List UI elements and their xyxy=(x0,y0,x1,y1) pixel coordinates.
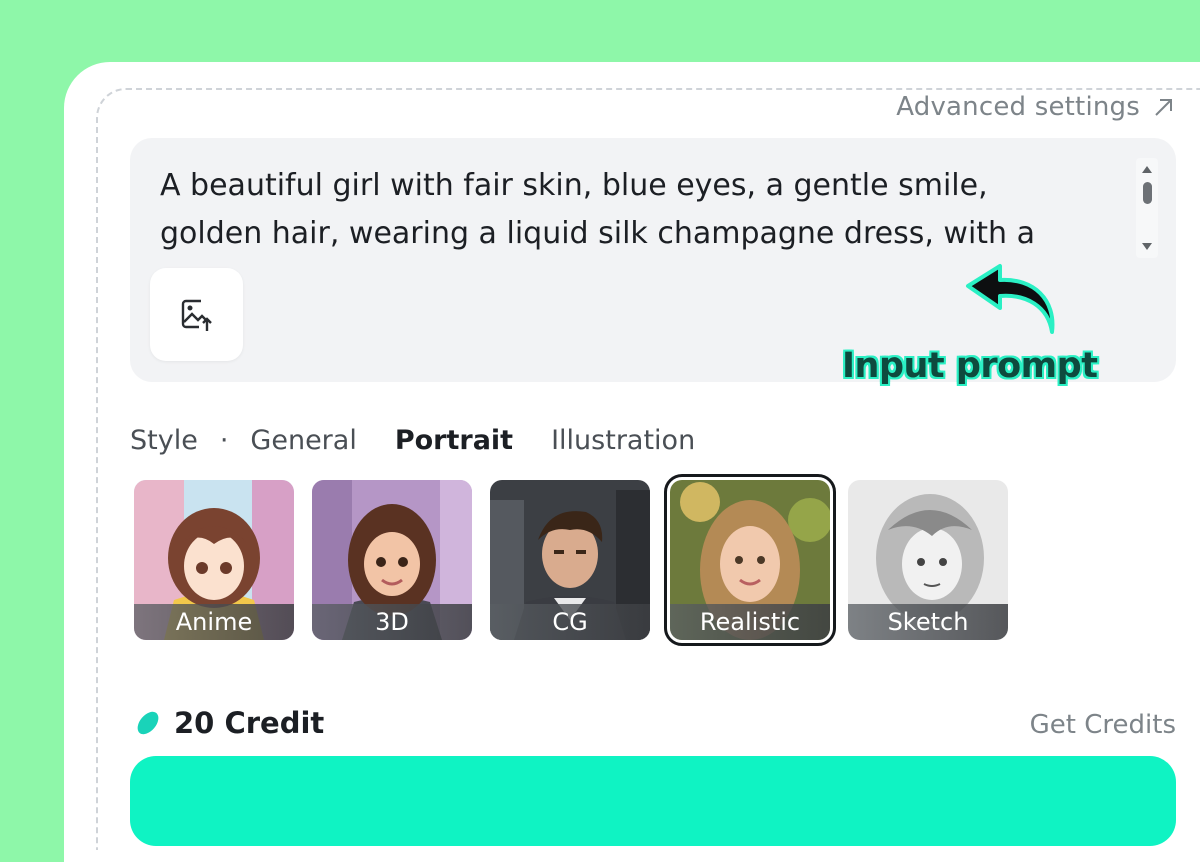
credit-balance-text: 20 Credit xyxy=(174,706,325,740)
credit-bean-icon xyxy=(137,711,159,735)
scroll-up-icon[interactable] xyxy=(1142,166,1152,173)
preset-3d-label: 3D xyxy=(312,604,472,640)
tab-illustration[interactable]: Illustration xyxy=(551,425,695,456)
get-credits-link[interactable]: Get Credits xyxy=(1030,710,1176,740)
arrow-up-right-icon xyxy=(1155,99,1172,116)
preset-realistic-label: Realistic xyxy=(670,604,830,640)
preset-anime[interactable]: Anime xyxy=(134,480,294,640)
preset-sketch[interactable]: Sketch xyxy=(848,480,1008,640)
tab-portrait[interactable]: Portrait xyxy=(395,425,513,456)
style-separator: · xyxy=(219,424,229,456)
image-upload-button[interactable] xyxy=(150,268,243,361)
annotation-label: Input prompt xyxy=(842,346,1098,386)
scroll-down-icon[interactable] xyxy=(1142,243,1152,250)
image-upload-icon xyxy=(181,299,212,331)
scroll-thumb[interactable] xyxy=(1143,182,1152,204)
advanced-settings-label: Advanced settings xyxy=(896,92,1140,122)
curved-arrow-icon xyxy=(966,264,1055,334)
preset-realistic[interactable]: Realistic xyxy=(664,474,836,646)
generate-button[interactable] xyxy=(130,756,1176,846)
style-label: Style xyxy=(130,424,198,456)
preset-anime-label: Anime xyxy=(134,604,294,640)
credit-balance: 20 Credit xyxy=(134,706,324,740)
prompt-scrollbar[interactable] xyxy=(1136,158,1158,258)
preset-cg-label: CG xyxy=(490,604,650,640)
preset-sketch-label: Sketch xyxy=(848,604,1008,640)
preset-3d[interactable]: 3D xyxy=(312,480,472,640)
tab-general[interactable]: General xyxy=(250,425,356,456)
prompt-textarea[interactable]: A beautiful girl with fair skin, blue ey… xyxy=(160,162,1100,258)
advanced-settings-link[interactable]: Advanced settings xyxy=(896,92,1176,122)
style-tabs: Style · General Portrait Illustration xyxy=(130,420,733,460)
preset-cg[interactable]: CG xyxy=(490,480,650,640)
